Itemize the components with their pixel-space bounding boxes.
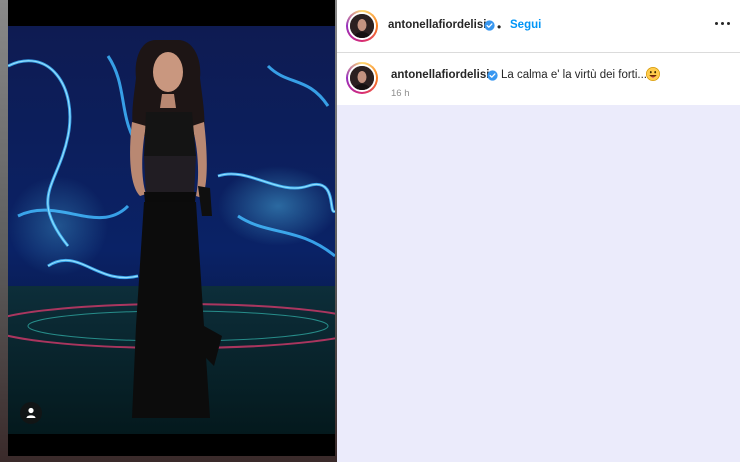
- avatar-image: [350, 14, 374, 38]
- post-header: antonellafiordelisi • Segui: [337, 0, 740, 53]
- follow-button[interactable]: Segui: [510, 19, 541, 31]
- media-top-bar: [8, 0, 335, 26]
- verified-badge-icon: [487, 70, 498, 81]
- post-photo: [8, 26, 335, 434]
- separator-dot: •: [497, 20, 502, 34]
- caption-avatar[interactable]: [346, 62, 378, 94]
- post-info-pane: antonellafiordelisi • Segui antonellafio…: [337, 0, 740, 462]
- media-bottom-bar: [8, 434, 335, 456]
- avatar[interactable]: [346, 10, 378, 42]
- post-modal: antonellafiordelisi • Segui antonellafio…: [0, 0, 740, 462]
- caption-text: La calma e' la virtù dei forti...: [501, 69, 648, 81]
- verified-badge-icon: [484, 20, 495, 31]
- user-icon: [26, 407, 36, 418]
- tagged-users-button[interactable]: [20, 402, 42, 424]
- more-options-button[interactable]: [715, 21, 731, 27]
- username-link[interactable]: antonellafiordelisi: [388, 19, 486, 31]
- post-media[interactable]: [8, 0, 335, 456]
- avatar-image: [350, 66, 374, 90]
- post-timestamp[interactable]: 16 h: [391, 88, 410, 99]
- caption-username-link[interactable]: antonellafiordelisi: [391, 69, 489, 81]
- grinning-tongue-emoji-icon: [646, 67, 660, 81]
- caption-row: antonellafiordelisi La calma e' la virtù…: [337, 53, 740, 105]
- more-icon: [715, 22, 718, 25]
